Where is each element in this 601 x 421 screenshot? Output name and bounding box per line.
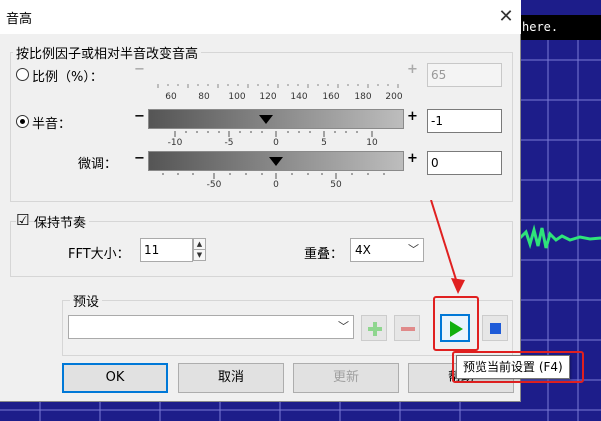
ratio-tick-label: 80 — [198, 92, 210, 102]
spinner-down-icon[interactable]: ▼ — [194, 250, 205, 261]
finetune-tick-label: -50 — [206, 180, 222, 190]
ratio-tick-label: 200 — [385, 92, 403, 102]
overlap-select[interactable]: 4X ﹀ — [350, 238, 424, 262]
play-button-highlight — [433, 296, 479, 351]
ratio-tick-label: 60 — [165, 92, 177, 102]
keep-tempo-checkbox[interactable]: ☑ — [16, 213, 29, 228]
chevron-down-icon: ﹀ — [338, 320, 349, 333]
semitone-slider-track[interactable] — [148, 109, 404, 129]
waveform-trace — [518, 224, 601, 250]
finetune-increase-button[interactable]: + — [406, 152, 419, 166]
semitone-slider-thumb[interactable] — [259, 115, 273, 124]
ratio-tick-label: 140 — [290, 92, 308, 102]
update-button[interactable]: 更新 — [293, 363, 399, 393]
overlap-select-value: 4X — [355, 243, 371, 257]
ratio-slider-track[interactable] — [148, 63, 404, 83]
finetune-slider-thumb[interactable] — [269, 157, 283, 166]
ratio-radio[interactable] — [16, 68, 29, 81]
semitone-tick-label: 5 — [321, 138, 327, 148]
annotation-arrow — [430, 200, 465, 294]
spinner-up-icon[interactable]: ▲ — [194, 239, 205, 250]
semitone-tick-label: -10 — [167, 138, 183, 148]
semitone-radio[interactable] — [16, 115, 29, 128]
ok-button[interactable]: OK — [62, 363, 168, 393]
close-icon[interactable]: ✕ — [492, 3, 520, 31]
semitone-decrease-button[interactable]: − — [133, 110, 146, 124]
semitone-label: 半音： — [32, 117, 72, 132]
finetune-value-field[interactable]: 0 — [427, 151, 502, 175]
preset-select[interactable]: ﹀ — [68, 315, 354, 339]
minus-icon — [401, 327, 415, 331]
semitone-tick-label: -5 — [224, 138, 234, 148]
finetune-tick-label: 50 — [330, 180, 342, 190]
dialog-titlebar: 音高 ✕ — [0, 0, 521, 34]
ratio-decrease-button[interactable]: − — [133, 63, 146, 77]
fft-size-field[interactable]: 11 — [140, 238, 193, 262]
preset-label: 预设 — [70, 291, 103, 310]
add-preset-button[interactable] — [361, 315, 387, 341]
ratio-increase-button[interactable]: + — [406, 63, 419, 77]
semitone-tick-label: 10 — [366, 138, 378, 148]
ratio-tick-label: 100 — [228, 92, 246, 102]
semitone-tick-label: 0 — [273, 138, 279, 148]
ratio-tick-label: 120 — [259, 92, 277, 102]
finetune-tick-label: 0 — [273, 180, 279, 190]
stop-icon — [490, 323, 501, 334]
cancel-button[interactable]: 取消 — [178, 363, 284, 393]
ratio-tick-label: 160 — [322, 92, 340, 102]
overlap-label: 重叠： — [304, 247, 344, 262]
fft-size-label: FFT大小： — [68, 247, 130, 262]
fft-size-spinner[interactable]: ▲ ▼ — [193, 238, 206, 261]
keep-tempo-label: 保持节奏 — [34, 212, 90, 231]
finetune-label: 微调： — [78, 157, 118, 172]
pitch-change-group-title: 按比例因子或相对半音改变音高 — [13, 43, 202, 62]
semitone-increase-button[interactable]: + — [406, 110, 419, 124]
chevron-down-icon: ﹀ — [408, 243, 419, 256]
semitone-value-field[interactable]: -1 — [427, 109, 502, 133]
ratio-label: 比例（%）： — [32, 70, 103, 85]
plus-icon — [368, 322, 382, 336]
ratio-value-field[interactable]: 65 — [427, 63, 502, 87]
preview-tooltip: 预览当前设置 (F4) — [456, 355, 570, 379]
ratio-tick-label: 180 — [354, 92, 372, 102]
dialog-title: 音高 — [6, 12, 33, 27]
finetune-decrease-button[interactable]: − — [133, 152, 146, 166]
preview-stop-button[interactable] — [482, 315, 508, 341]
remove-preset-button[interactable] — [394, 315, 420, 341]
